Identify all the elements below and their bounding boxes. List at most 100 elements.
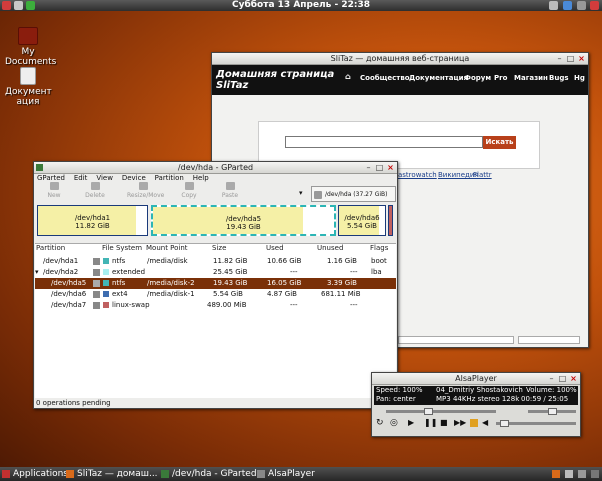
menu-edit[interactable]: Edit bbox=[74, 174, 88, 182]
pause-icon[interactable]: ❚❚ bbox=[424, 418, 437, 427]
nav-link[interactable]: Pro bbox=[494, 74, 507, 82]
window-title: /dev/hda - GParted bbox=[177, 163, 254, 172]
slider-handle[interactable] bbox=[500, 420, 509, 427]
close-icon[interactable]: × bbox=[577, 54, 586, 63]
cell-used: --- bbox=[290, 268, 298, 276]
maximize-icon[interactable]: □ bbox=[558, 374, 567, 383]
maximize-icon[interactable]: □ bbox=[566, 54, 575, 63]
desktop-icon-my-documents[interactable]: My Documents bbox=[5, 27, 56, 67]
cell-fs: ntfs bbox=[112, 279, 126, 287]
applications-menu[interactable]: Applications bbox=[13, 467, 68, 481]
battery-icon[interactable] bbox=[577, 1, 586, 10]
window-title: SliTaz — домашняя веб-страница bbox=[330, 54, 470, 63]
task-alsaplayer[interactable]: AlsaPlayer bbox=[268, 467, 315, 481]
volume-slider[interactable] bbox=[528, 408, 576, 415]
slider-handle[interactable] bbox=[548, 408, 557, 415]
menu-help[interactable]: Help bbox=[193, 174, 209, 182]
volume-icon[interactable] bbox=[549, 1, 558, 10]
menu-view[interactable]: View bbox=[96, 174, 113, 182]
paste-button[interactable]: Paste bbox=[215, 182, 245, 199]
nav-link[interactable]: Документация bbox=[409, 74, 468, 82]
column-header-flags[interactable]: Flags bbox=[370, 244, 388, 252]
power-icon[interactable] bbox=[590, 1, 599, 10]
minimize-icon[interactable]: – bbox=[547, 374, 556, 383]
nav-link[interactable]: Форум bbox=[464, 74, 491, 82]
tray-disk-icon[interactable] bbox=[578, 470, 586, 478]
fs-color-swatch bbox=[103, 291, 109, 297]
status-field[interactable] bbox=[398, 336, 514, 344]
tray-desktop-icon[interactable] bbox=[591, 470, 599, 478]
next-icon[interactable]: ▶▶ bbox=[454, 418, 466, 427]
table-row[interactable]: /dev/hda6 ext4 /media/disk-1 5.54 GiB 4.… bbox=[35, 289, 396, 300]
minimize-icon[interactable]: – bbox=[364, 163, 373, 172]
desktop-icon-documentation[interactable]: Документ ация bbox=[5, 67, 52, 107]
alsaplayer-titlebar[interactable]: AlsaPlayer – □ × bbox=[372, 373, 580, 385]
table-row[interactable]: /dev/hda1 ntfs /media/disk 11.82 GiB 10.… bbox=[35, 256, 396, 267]
find-field[interactable] bbox=[518, 336, 580, 344]
position-slider[interactable] bbox=[496, 420, 576, 427]
cell-partition: /dev/hda5 bbox=[51, 279, 87, 287]
link-flattr[interactable]: Flattr bbox=[473, 171, 492, 179]
back-icon[interactable]: ◀ bbox=[482, 418, 488, 427]
task-browser[interactable]: SliTaz — домаш... bbox=[77, 467, 158, 481]
search-button[interactable]: Искать bbox=[483, 136, 516, 149]
clock[interactable]: Суббота 13 Апрель - 22:38 bbox=[0, 0, 602, 11]
pan-readout: Pan: center bbox=[376, 395, 416, 403]
undo-dropdown-arrow-icon[interactable]: ▾ bbox=[299, 189, 303, 197]
cell-flags: lba bbox=[371, 268, 382, 276]
table-row-selected[interactable]: /dev/hda5 ntfs /media/disk-2 19.43 GiB 1… bbox=[35, 278, 396, 289]
speed-slider[interactable] bbox=[386, 408, 496, 415]
browser-titlebar[interactable]: SliTaz — домашняя веб-страница – □ × bbox=[212, 53, 588, 65]
minimize-icon[interactable]: – bbox=[555, 54, 564, 63]
cd-icon[interactable]: ◎ bbox=[390, 418, 398, 428]
lock-icon bbox=[93, 302, 100, 309]
close-icon[interactable]: × bbox=[386, 163, 395, 172]
menu-gparted[interactable]: GParted bbox=[37, 174, 65, 182]
table-row[interactable]: /dev/hda7 linux-swap 489.00 MiB --- --- bbox=[35, 300, 396, 311]
nav-link[interactable]: Магазин bbox=[514, 74, 548, 82]
lock-icon bbox=[93, 280, 100, 287]
site-title[interactable]: Домашняя страница SliTaz bbox=[216, 69, 334, 91]
playlist-icon[interactable] bbox=[470, 419, 478, 427]
expander-icon[interactable]: ▾ bbox=[35, 267, 39, 278]
resize-move-button[interactable]: Resize/Move bbox=[127, 182, 164, 199]
nav-link[interactable]: Сообщество bbox=[360, 74, 410, 82]
stop-icon[interactable]: ■ bbox=[440, 418, 448, 427]
delete-button[interactable]: Delete bbox=[80, 182, 110, 199]
cell-fs: linux-swap bbox=[112, 301, 150, 309]
new-button[interactable]: New bbox=[39, 182, 69, 199]
partition-segment-hda1[interactable]: /dev/hda1 11.82 GiB bbox=[37, 205, 148, 236]
cell-used: 10.66 GiB bbox=[267, 257, 302, 265]
menu-device[interactable]: Device bbox=[122, 174, 146, 182]
device-selector[interactable]: /dev/hda (37.27 GiB) bbox=[311, 186, 396, 202]
home-icon[interactable]: ⌂ bbox=[345, 72, 351, 81]
tray-network-icon[interactable] bbox=[565, 470, 573, 478]
network-icon[interactable] bbox=[563, 1, 572, 10]
column-header-mount[interactable]: Mount Point bbox=[146, 244, 188, 252]
table-row[interactable]: ▾ /dev/hda2 extended 25.45 GiB --- --- l… bbox=[35, 267, 396, 278]
partition-segment-hda5[interactable]: /dev/hda5 19.43 GiB bbox=[151, 205, 336, 236]
search-input[interactable] bbox=[285, 136, 483, 148]
slider-handle[interactable] bbox=[424, 408, 433, 415]
menu-partition[interactable]: Partition bbox=[155, 174, 184, 182]
nav-link[interactable]: Bugs bbox=[549, 74, 569, 82]
maximize-icon[interactable]: □ bbox=[375, 163, 384, 172]
partition-segment-hda6[interactable]: /dev/hda6 5.54 GiB bbox=[338, 205, 386, 236]
gparted-titlebar[interactable]: /dev/hda - GParted – □ × bbox=[34, 162, 397, 174]
tray-browser-icon[interactable] bbox=[552, 470, 560, 478]
link-astrowatch[interactable]: astrowatch bbox=[398, 171, 437, 179]
play-icon[interactable]: ▶ bbox=[408, 418, 414, 427]
partition-segment-hda7[interactable] bbox=[388, 205, 393, 236]
column-header-unused[interactable]: Unused bbox=[317, 244, 343, 252]
column-header-size[interactable]: Size bbox=[212, 244, 226, 252]
close-icon[interactable]: × bbox=[569, 374, 578, 383]
column-header-filesystem[interactable]: File System bbox=[102, 244, 142, 252]
cell-flags: boot bbox=[371, 257, 387, 265]
loop-icon[interactable]: ↻ bbox=[376, 418, 384, 428]
copy-button[interactable]: Copy bbox=[174, 182, 204, 199]
nav-link[interactable]: Hg bbox=[574, 74, 585, 82]
column-header-used[interactable]: Used bbox=[266, 244, 284, 252]
column-header-partition[interactable]: Partition bbox=[36, 244, 65, 252]
task-gparted[interactable]: /dev/hda - GParted bbox=[172, 467, 257, 481]
segment-size: 5.54 GiB bbox=[347, 222, 377, 230]
